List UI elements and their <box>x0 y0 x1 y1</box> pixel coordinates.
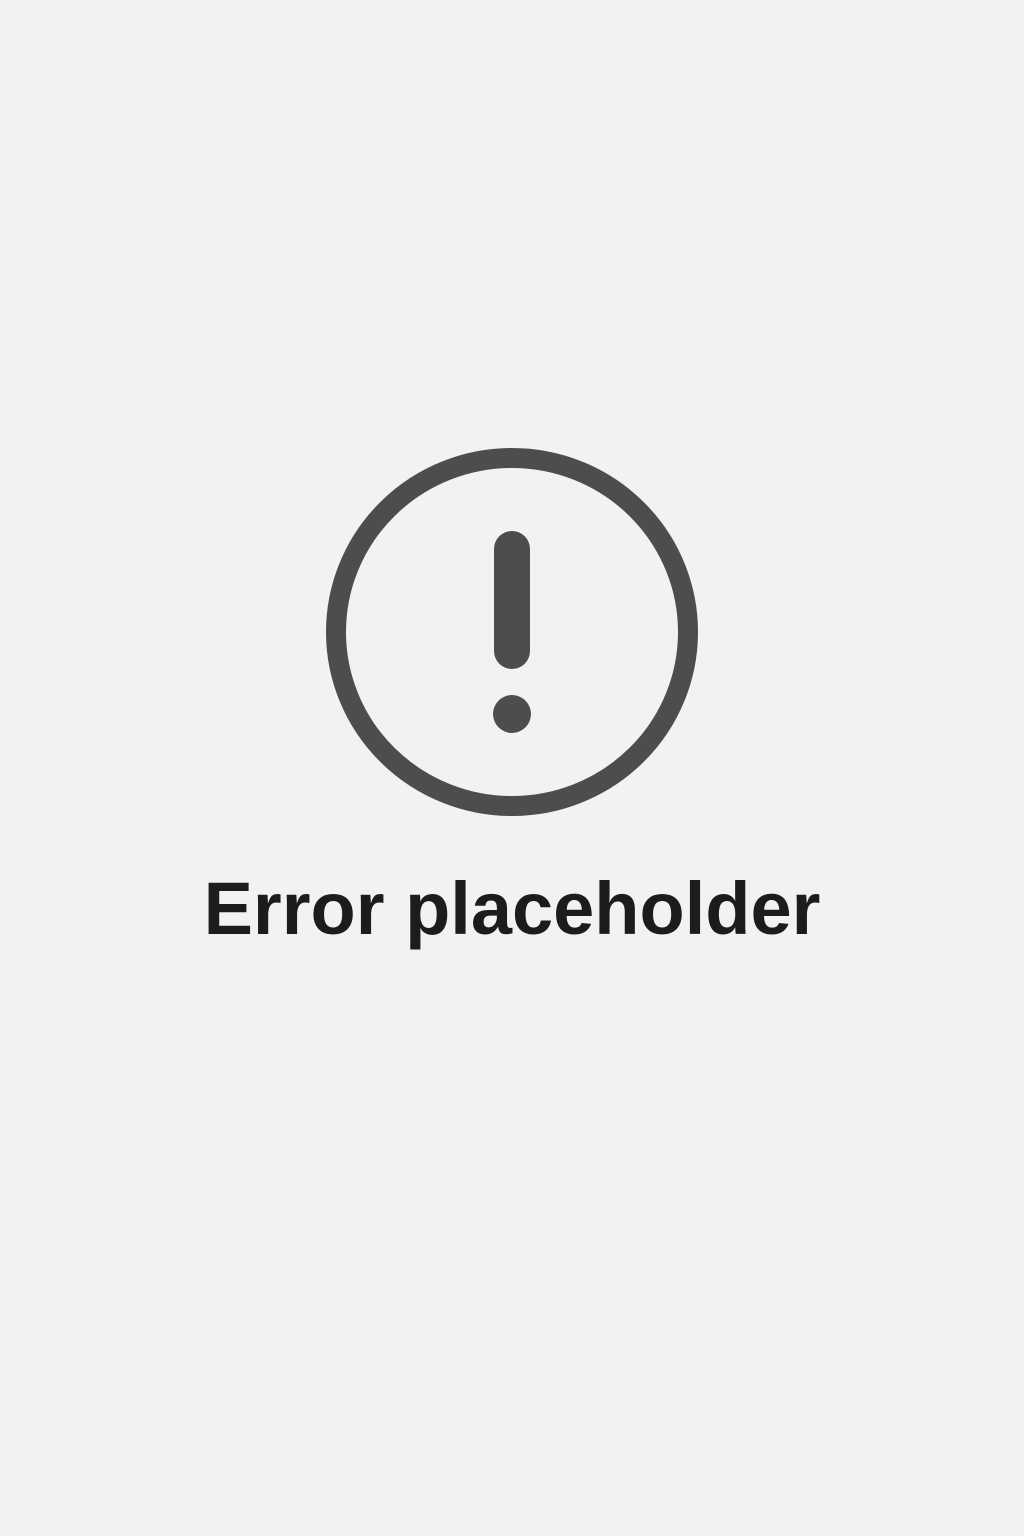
error-title: Error placeholder <box>203 867 821 950</box>
exclamation-circle-icon <box>326 448 698 816</box>
